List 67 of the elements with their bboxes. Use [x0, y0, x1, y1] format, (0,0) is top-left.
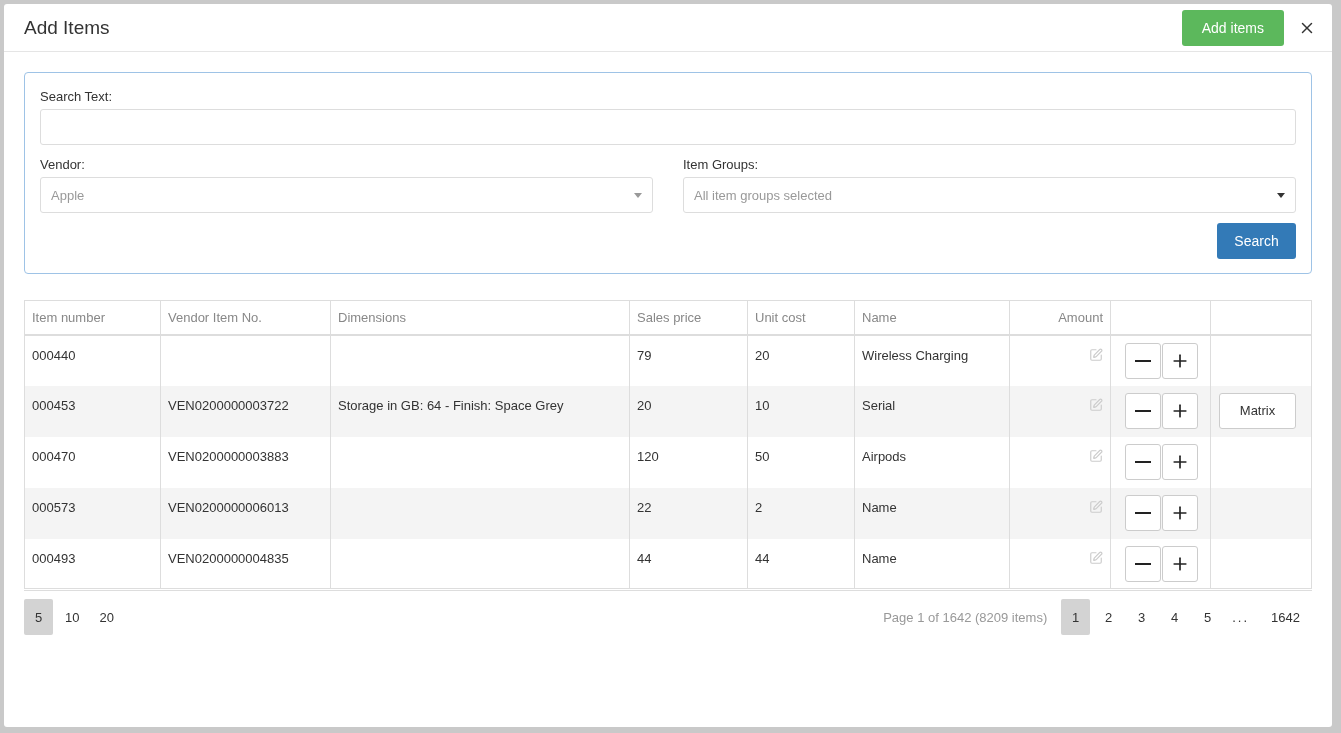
decrease-button[interactable]: [1125, 342, 1161, 379]
field-label: Vendor:: [40, 157, 86, 172]
increase-button[interactable]: [1162, 392, 1198, 429]
table-cell: 44: [755, 550, 770, 566]
page-button[interactable]: 1642: [1263, 599, 1308, 635]
table-cell: 000573: [32, 499, 76, 515]
table-cell: 2: [755, 499, 763, 515]
increase-button[interactable]: [1162, 494, 1198, 531]
decrease-button[interactable]: [1125, 443, 1161, 480]
page-summary: Page 1 of 1642 (8209 items): [883, 609, 1048, 625]
column-header: Unit cost: [755, 309, 806, 325]
ellipsis: ...: [1232, 609, 1250, 625]
table-cell: 000470: [32, 448, 76, 464]
minus-icon: [1135, 511, 1151, 514]
field-label: Search Text:: [40, 89, 114, 104]
page-size-button[interactable]: 20: [91, 599, 122, 635]
table-cell: 10: [755, 397, 770, 413]
column-header: Amount: [1058, 309, 1103, 325]
search-button[interactable]: Search: [1217, 223, 1296, 259]
table-cell: VEN0200000003883: [168, 448, 289, 464]
caret-icon: [634, 192, 642, 198]
matrix-button[interactable]: Matrix: [1219, 392, 1296, 429]
column-header: Sales price: [637, 309, 702, 325]
table-cell: VEN0200000004835: [168, 550, 289, 566]
column-header: Dimensions: [338, 309, 406, 325]
minus-icon: [1135, 562, 1151, 565]
table-cell: 000453: [32, 397, 76, 413]
search-text-field[interactable]: [40, 109, 1296, 145]
page-button[interactable]: 2: [1094, 599, 1124, 635]
decrease-button[interactable]: [1125, 392, 1161, 429]
page-button[interactable]: 1: [1061, 599, 1091, 635]
table-cell: 50: [755, 448, 770, 464]
page-button[interactable]: 4: [1160, 599, 1190, 635]
page-size-button[interactable]: 5: [24, 599, 53, 635]
table-cell: 000493: [32, 550, 76, 566]
increase-button[interactable]: [1162, 545, 1198, 582]
column-header: Item number: [32, 309, 105, 325]
page-button[interactable]: 3: [1127, 599, 1157, 635]
minus-icon: [1135, 359, 1151, 362]
table-cell: Wireless Charging: [862, 347, 969, 363]
increase-button[interactable]: [1162, 443, 1198, 480]
caret-icon: [1277, 192, 1285, 198]
table-cell: 79: [637, 347, 652, 363]
column-header: Vendor Item No.: [168, 309, 262, 325]
column-header: Name: [862, 309, 897, 325]
table-cell: Name: [862, 550, 897, 566]
page-button[interactable]: 5: [1193, 599, 1223, 635]
field-label: Item Groups:: [683, 157, 760, 172]
table-cell: 000440: [32, 347, 76, 363]
decrease-button[interactable]: [1125, 545, 1161, 582]
table-cell: VEN0200000003722: [168, 397, 289, 413]
table-cell: 120: [637, 448, 659, 464]
table-cell: Airpods: [862, 448, 907, 464]
table-cell: 44: [637, 550, 652, 566]
dialog-title: Add Items: [24, 16, 111, 39]
table-cell: VEN0200000006013: [168, 499, 289, 515]
decrease-button[interactable]: [1125, 494, 1161, 531]
table-cell: Name: [862, 499, 897, 515]
table-cell: 22: [637, 499, 652, 515]
minus-icon: [1135, 409, 1151, 412]
table-cell: Serial: [862, 397, 896, 413]
table-cell: 20: [637, 397, 652, 413]
minus-icon: [1135, 460, 1151, 463]
page-size-button[interactable]: 10: [57, 599, 88, 635]
increase-button[interactable]: [1162, 342, 1198, 379]
table-cell: Storage in GB: 64 - Finish: Space Grey: [338, 397, 564, 413]
table-cell: 20: [755, 347, 770, 363]
